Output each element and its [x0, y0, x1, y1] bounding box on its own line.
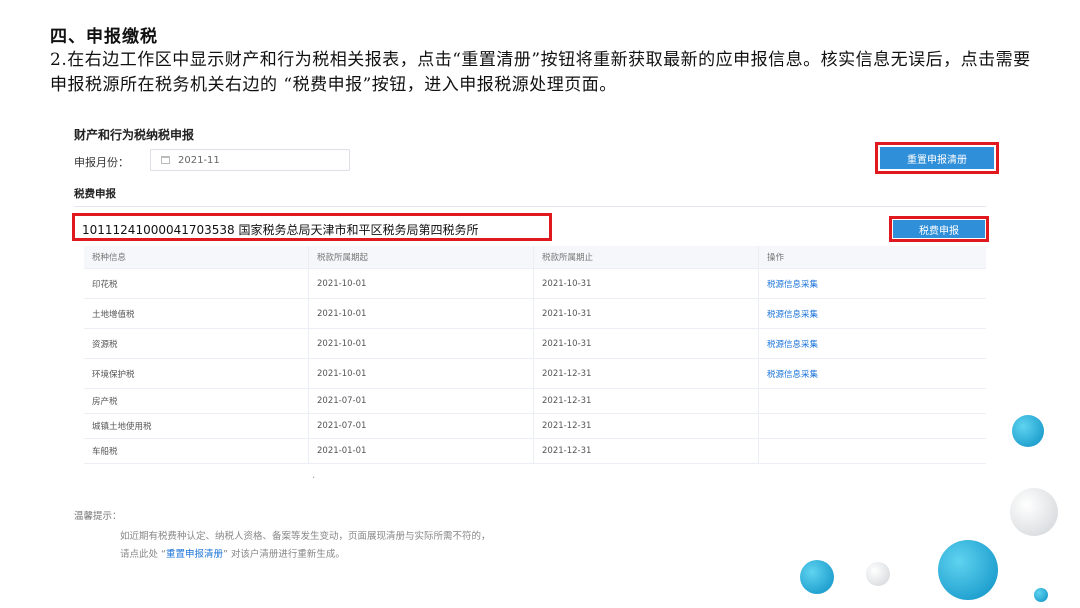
table-row: 车船税 2021-01-01 2021-12-31	[84, 439, 986, 464]
tax-name: 城镇土地使用税	[84, 414, 309, 438]
dot-mark: ·	[312, 473, 316, 484]
period-start: 2021-10-01	[309, 269, 534, 298]
period-start: 2021-10-01	[309, 299, 534, 328]
header-cell: 税款所属期起	[309, 246, 534, 268]
period-end: 2021-10-31	[534, 269, 759, 298]
period-start: 2021-01-01	[309, 439, 534, 463]
month-field[interactable]: 2021-11	[150, 149, 350, 171]
period-end: 2021-12-31	[534, 414, 759, 438]
tips-text-post: ” 对该户清册进行重新生成。	[222, 549, 345, 560]
table-row: 城镇土地使用税 2021-07-01 2021-12-31	[84, 414, 986, 439]
header-cell: 税种信息	[84, 246, 309, 268]
period-end: 2021-12-31	[534, 389, 759, 413]
deco-circle	[866, 562, 890, 586]
action-cell	[759, 389, 986, 413]
period-start: 2021-10-01	[309, 359, 534, 388]
deco-circle	[800, 560, 834, 594]
deco-circle	[1010, 488, 1058, 536]
sub-title: 税费申报	[74, 188, 116, 200]
tax-table: 税种信息 税款所属期起 税款所属期止 操作 印花税 2021-10-01 202…	[84, 246, 986, 464]
tax-office-line: 10111241000041703538 国家税务总局天津市和平区税务局第四税务…	[82, 223, 479, 237]
tax-name: 印花税	[84, 269, 309, 298]
tax-name: 土地增值税	[84, 299, 309, 328]
tax-name: 房产税	[84, 389, 309, 413]
divider	[74, 206, 986, 207]
tax-name: 资源税	[84, 329, 309, 358]
table-row: 房产税 2021-07-01 2021-12-31	[84, 389, 986, 414]
header-cell: 操作	[767, 253, 785, 263]
collect-link[interactable]: 税源信息采集	[767, 278, 818, 290]
deco-circle	[938, 540, 998, 600]
action-cell	[759, 439, 986, 463]
collect-link[interactable]: 税源信息采集	[767, 308, 818, 320]
period-end: 2021-10-31	[534, 299, 759, 328]
month-label: 申报月份：	[74, 156, 129, 169]
table-header: 税种信息 税款所属期起 税款所属期止 操作	[84, 246, 986, 269]
header-cell: 税款所属期止	[534, 246, 759, 268]
slide-heading: 四、申报缴税	[50, 27, 158, 47]
collect-link[interactable]: 税源信息采集	[767, 338, 818, 350]
period-end: 2021-10-31	[534, 329, 759, 358]
tips-line-1: 如近期有税费种认定、纳税人资格、备案等发生变动，页面展现清册与实际所需不符的，	[120, 531, 491, 542]
tips-text-pre: 请点此处 “	[120, 549, 166, 560]
period-start: 2021-07-01	[309, 389, 534, 413]
table-row: 环境保护税 2021-10-01 2021-12-31 税源信息采集	[84, 359, 986, 389]
page-title: 财产和行为税纳税申报	[74, 128, 195, 142]
table-row: 土地增值税 2021-10-01 2021-10-31 税源信息采集	[84, 299, 986, 329]
reset-list-link[interactable]: 重置申报清册	[166, 549, 223, 560]
calendar-icon	[161, 156, 170, 164]
tips-title: 温馨提示：	[74, 511, 122, 522]
reset-list-button[interactable]: 重置申报清册	[880, 147, 994, 169]
table-row: 资源税 2021-10-01 2021-10-31 税源信息采集	[84, 329, 986, 359]
tips-line-2: 请点此处 “重置申报清册” 对该户清册进行重新生成。	[120, 546, 345, 560]
deco-circle	[1034, 588, 1048, 602]
period-start: 2021-07-01	[309, 414, 534, 438]
action-cell	[759, 414, 986, 438]
period-start: 2021-10-01	[309, 329, 534, 358]
app-screenshot: 财产和行为税纳税申报 申报月份： 2021-11 重置申报清册 税费申报 101…	[62, 118, 1010, 566]
tax-name: 车船税	[84, 439, 309, 463]
slide-paragraph: 2.在右边工作区中显示财产和行为税相关报表，点击“重置清册”按钮将重新获取最新的…	[50, 50, 1031, 95]
table-row: 印花税 2021-10-01 2021-10-31 税源信息采集	[84, 269, 986, 299]
period-end: 2021-12-31	[534, 359, 759, 388]
collect-link[interactable]: 税源信息采集	[767, 368, 818, 380]
tax-name: 环境保护税	[84, 359, 309, 388]
declare-button[interactable]: 税费申报	[893, 220, 985, 238]
month-value: 2021-11	[178, 154, 220, 166]
deco-circle	[1012, 415, 1044, 447]
period-end: 2021-12-31	[534, 439, 759, 463]
